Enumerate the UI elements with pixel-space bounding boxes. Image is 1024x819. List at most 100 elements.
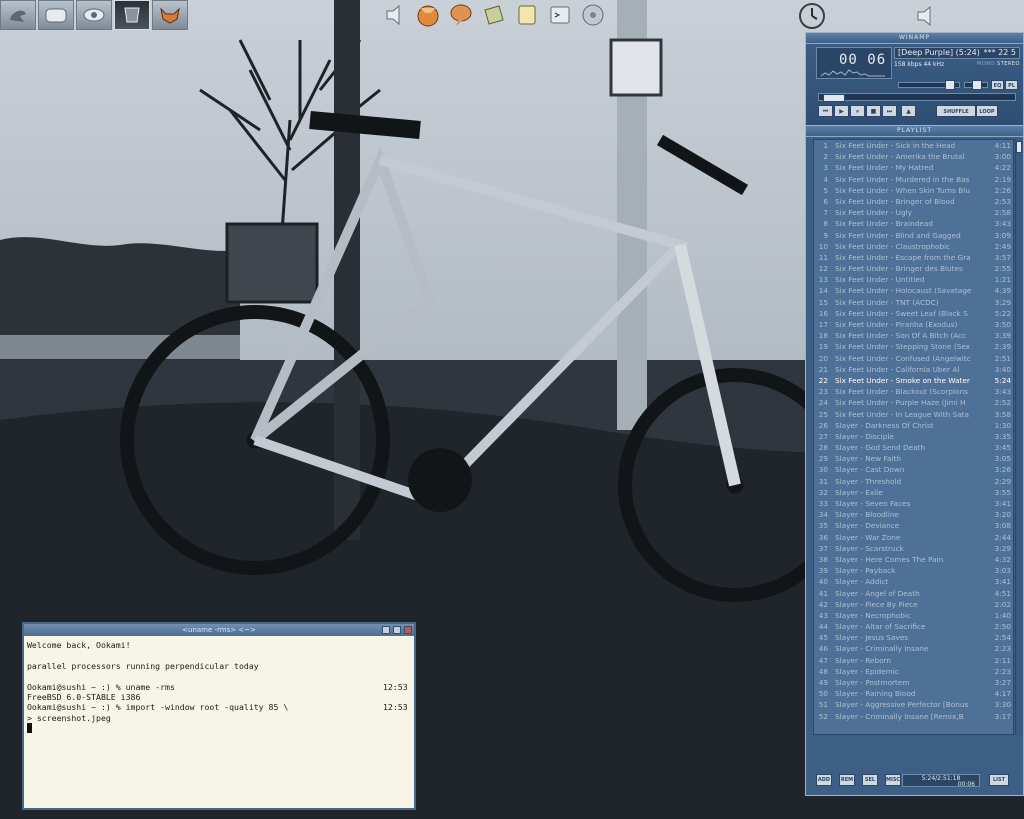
playlist-item[interactable]: 35 Slayer - Deviance 3:08 <box>814 520 1013 531</box>
playlist-item[interactable]: 27 Slayer - Disciple 3:35 <box>814 431 1013 442</box>
launcher-cd[interactable] <box>578 0 608 30</box>
playlist-item[interactable]: 21 Six Feet Under - California Uber Al 3:4… <box>814 364 1013 375</box>
seek-bar[interactable] <box>818 93 1016 102</box>
winamp-titlebar[interactable]: WINAMP <box>806 33 1023 44</box>
playlist-scroll-thumb[interactable] <box>1016 141 1022 153</box>
add-button[interactable]: ADD <box>816 774 832 786</box>
volume-knob[interactable] <box>945 80 955 90</box>
next-button[interactable]: ⏭ <box>882 105 897 117</box>
maximize-button[interactable] <box>393 626 401 634</box>
pl-button[interactable]: PL <box>1005 80 1018 90</box>
playlist-item[interactable]: 32 Slayer - Exile 3:55 <box>814 487 1013 498</box>
launcher-firefox[interactable] <box>413 0 443 30</box>
playlist-item[interactable]: 30 Slayer - Cast Down 3:26 <box>814 464 1013 475</box>
playlist-item[interactable]: 5 Six Feet Under - When Skin Turns Blu 2:2… <box>814 185 1013 196</box>
playlist-item[interactable]: 33 Slayer - Seven Faces 3:41 <box>814 498 1013 509</box>
workspace-2[interactable] <box>38 0 74 30</box>
playlist-item[interactable]: 25 Six Feet Under - In League With Sata 3:… <box>814 409 1013 420</box>
minimize-button[interactable] <box>382 626 390 634</box>
launcher-chat[interactable] <box>446 0 476 30</box>
visualizer[interactable] <box>821 67 885 77</box>
shuffle-button[interactable]: SHUFFLE <box>936 105 976 117</box>
playlist-item[interactable]: 29 Slayer - New Faith 3:05 <box>814 453 1013 464</box>
playlist-item[interactable]: 39 Slayer - Payback 3:03 <box>814 565 1013 576</box>
stop-button[interactable]: ■ <box>866 105 881 117</box>
playlist-item[interactable]: 10 Six Feet Under - Claustrophobic 2:49 <box>814 241 1013 252</box>
playlist-item[interactable]: 13 Six Feet Under - Untitled 1:21 <box>814 274 1013 285</box>
playlist-item[interactable]: 51 Slayer - Aggressive Perfector [Bonus 3:… <box>814 699 1013 710</box>
close-button[interactable] <box>404 626 412 634</box>
playlist-item[interactable]: 44 Slayer - Altar of Sacrifice 2:50 <box>814 621 1013 632</box>
terminal-titlebar[interactable]: <uname -rms> <~> <box>24 624 414 636</box>
playlist-item[interactable]: 36 Slayer - War Zone 2:44 <box>814 532 1013 543</box>
launcher-notepad[interactable] <box>512 0 542 30</box>
playlist-titlebar[interactable]: PLAYLIST <box>806 126 1023 137</box>
volume-icon[interactable] <box>914 4 940 28</box>
playlist-item[interactable]: 14 Six Feet Under - Holocaust (Savatage 4:… <box>814 285 1013 296</box>
playlist-item[interactable]: 38 Slayer - Here Comes The Pain 4:32 <box>814 554 1013 565</box>
playlist-item[interactable]: 16 Six Feet Under - Sweet Leaf (Black S 5:… <box>814 308 1013 319</box>
playlist-item[interactable]: 47 Slayer - Reborn 2:11 <box>814 655 1013 666</box>
play-button[interactable]: ▶ <box>834 105 849 117</box>
playlist-item[interactable]: 46 Slayer - Criminally Insane 2:23 <box>814 643 1013 654</box>
balance-slider[interactable] <box>964 80 988 90</box>
previous-button[interactable]: ⏮ <box>818 105 833 117</box>
volume-slider[interactable] <box>898 80 960 90</box>
playlist-item[interactable]: 23 Six Feet Under - Blackout (Scorpions 3:… <box>814 386 1013 397</box>
playlist-item[interactable]: 9 Six Feet Under - Blind and Gagged 3:09 <box>814 230 1013 241</box>
balance-knob[interactable] <box>972 80 982 90</box>
playlist-item[interactable]: 1 Six Feet Under - Sick in the Head 4:11 <box>814 140 1013 151</box>
time-display[interactable]: 00 06 <box>816 47 892 79</box>
playlist-list[interactable]: 1 Six Feet Under - Sick in the Head 4:11 2 S… <box>813 139 1014 735</box>
playlist-item[interactable]: 20 Six Feet Under - Confused (Angelwitc 2:… <box>814 353 1013 364</box>
playlist-item[interactable]: 28 Slayer - God Send Death 3:45 <box>814 442 1013 453</box>
playlist-item[interactable]: 15 Six Feet Under - TNT (ACDC) 3:29 <box>814 297 1013 308</box>
playlist-item[interactable]: 2 Six Feet Under - Amerika the Brutal 3:00 <box>814 151 1013 162</box>
playlist-item[interactable]: 40 Slayer - Addict 3:41 <box>814 576 1013 587</box>
playlist-item[interactable]: 6 Six Feet Under - Bringer of Blood 2:53 <box>814 196 1013 207</box>
pause-button[interactable]: ⏸ <box>850 105 865 117</box>
playlist-item[interactable]: 12 Six Feet Under - Bringer des Blutes 2:5… <box>814 263 1013 274</box>
launcher-terminal[interactable] <box>545 0 575 30</box>
remove-button[interactable]: REM <box>839 774 855 786</box>
playlist-item[interactable]: 3 Six Feet Under - My Hatred 4:22 <box>814 162 1013 173</box>
playlist-item[interactable]: 17 Six Feet Under - Piranha (Exodus) 3:50 <box>814 319 1013 330</box>
launcher-speaker[interactable] <box>380 0 410 30</box>
playlist-item[interactable]: 26 Slayer - Darkness Of Christ 1:30 <box>814 420 1013 431</box>
playlist-item[interactable]: 52 Slayer - Criminally Insane [Remix,B 3:1… <box>814 711 1013 722</box>
workspace-1[interactable] <box>0 0 36 30</box>
playlist-item[interactable]: 48 Slayer - Epidemic 2:23 <box>814 666 1013 677</box>
playlist-item[interactable]: 18 Six Feet Under - Son Of A Bitch (Acc 3:… <box>814 330 1013 341</box>
playlist-item[interactable]: 4 Six Feet Under - Murdered in the Bas 2:1… <box>814 174 1013 185</box>
playlist-item[interactable]: 37 Slayer - Scarstruck 3:29 <box>814 543 1013 554</box>
playlist-item[interactable]: 41 Slayer - Angel of Death 4:51 <box>814 588 1013 599</box>
playlist-item[interactable]: 24 Six Feet Under - Purple Haze (Jimi H 2:… <box>814 397 1013 408</box>
playlist-item[interactable]: 50 Slayer - Raining Blood 4:17 <box>814 688 1013 699</box>
playlist-scrollbar[interactable] <box>1015 139 1023 735</box>
select-button[interactable]: SEL <box>862 774 878 786</box>
misc-button[interactable]: MISC <box>885 774 901 786</box>
playlist-item[interactable]: 8 Six Feet Under - Braindead 3:43 <box>814 218 1013 229</box>
loop-button[interactable]: LOOP <box>976 105 998 117</box>
playlist-item[interactable]: 31 Slayer - Threshold 2:29 <box>814 476 1013 487</box>
playlist-item[interactable]: 45 Slayer - Jesus Saves 2:54 <box>814 632 1013 643</box>
workspace-3[interactable] <box>76 0 112 30</box>
playlist-item[interactable]: 49 Slayer - Postmortem 3:27 <box>814 677 1013 688</box>
playlist-item[interactable]: 22 Six Feet Under - Smoke on the Water 5:2… <box>814 375 1013 386</box>
seek-knob[interactable] <box>823 94 845 102</box>
playlist-item[interactable]: 42 Slayer - Piece By Piece 2:02 <box>814 599 1013 610</box>
terminal-output[interactable]: Welcome back, Ookami! parallel processors… <box>24 636 414 734</box>
playlist-item[interactable]: 34 Slayer - Bloodline 3:20 <box>814 509 1013 520</box>
launcher-book[interactable] <box>479 0 509 30</box>
clock-icon[interactable] <box>798 2 826 30</box>
playlist-item[interactable]: 7 Six Feet Under - Ugly 2:58 <box>814 207 1013 218</box>
playlist-item[interactable]: 43 Slayer - Necrophobic 1:40 <box>814 610 1013 621</box>
eq-button[interactable]: EQ <box>991 80 1004 90</box>
playlist-item[interactable]: 19 Six Feet Under - Stepping Stone (Sex 2:… <box>814 341 1013 352</box>
list-button[interactable]: LIST <box>989 774 1009 786</box>
workspace-5[interactable] <box>152 0 188 30</box>
workspace-4[interactable] <box>114 0 150 30</box>
playlist-item[interactable]: 11 Six Feet Under - Escape from the Gra 3:… <box>814 252 1013 263</box>
song-title-display[interactable]: [Deep Purple] (5:24) *** 22 5 <box>894 47 1020 59</box>
eject-button[interactable]: ▲ <box>901 105 916 117</box>
